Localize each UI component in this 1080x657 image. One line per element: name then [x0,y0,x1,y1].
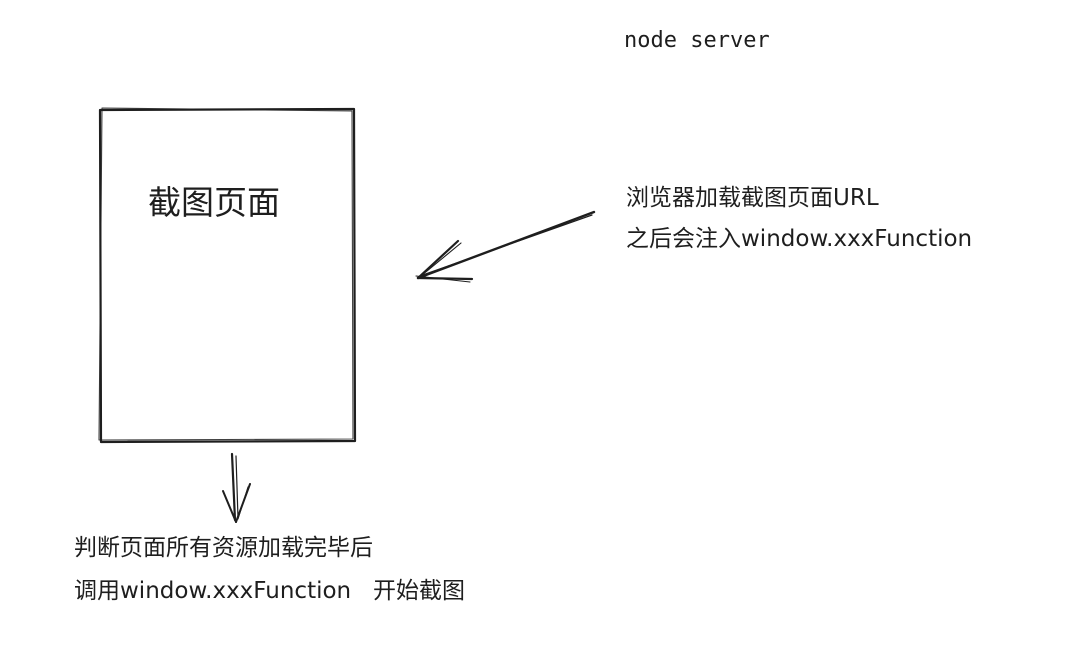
page-box-label: 截图页面 [148,183,280,222]
screenshot-note-line-1: 判断页面所有资源加载完毕后 [74,535,373,561]
injection-note-line-1: 浏览器加载截图页面URL [626,185,879,211]
injection-note-line-2: 之后会注入window.xxxFunction [626,226,973,252]
down-arrow [222,452,251,523]
injection-arrow [415,210,596,283]
diagram-title: node server [624,28,770,53]
screenshot-note-line-2: 调用window.xxxFunction 开始截图 [74,578,466,604]
screenshot-page-box [98,107,357,444]
